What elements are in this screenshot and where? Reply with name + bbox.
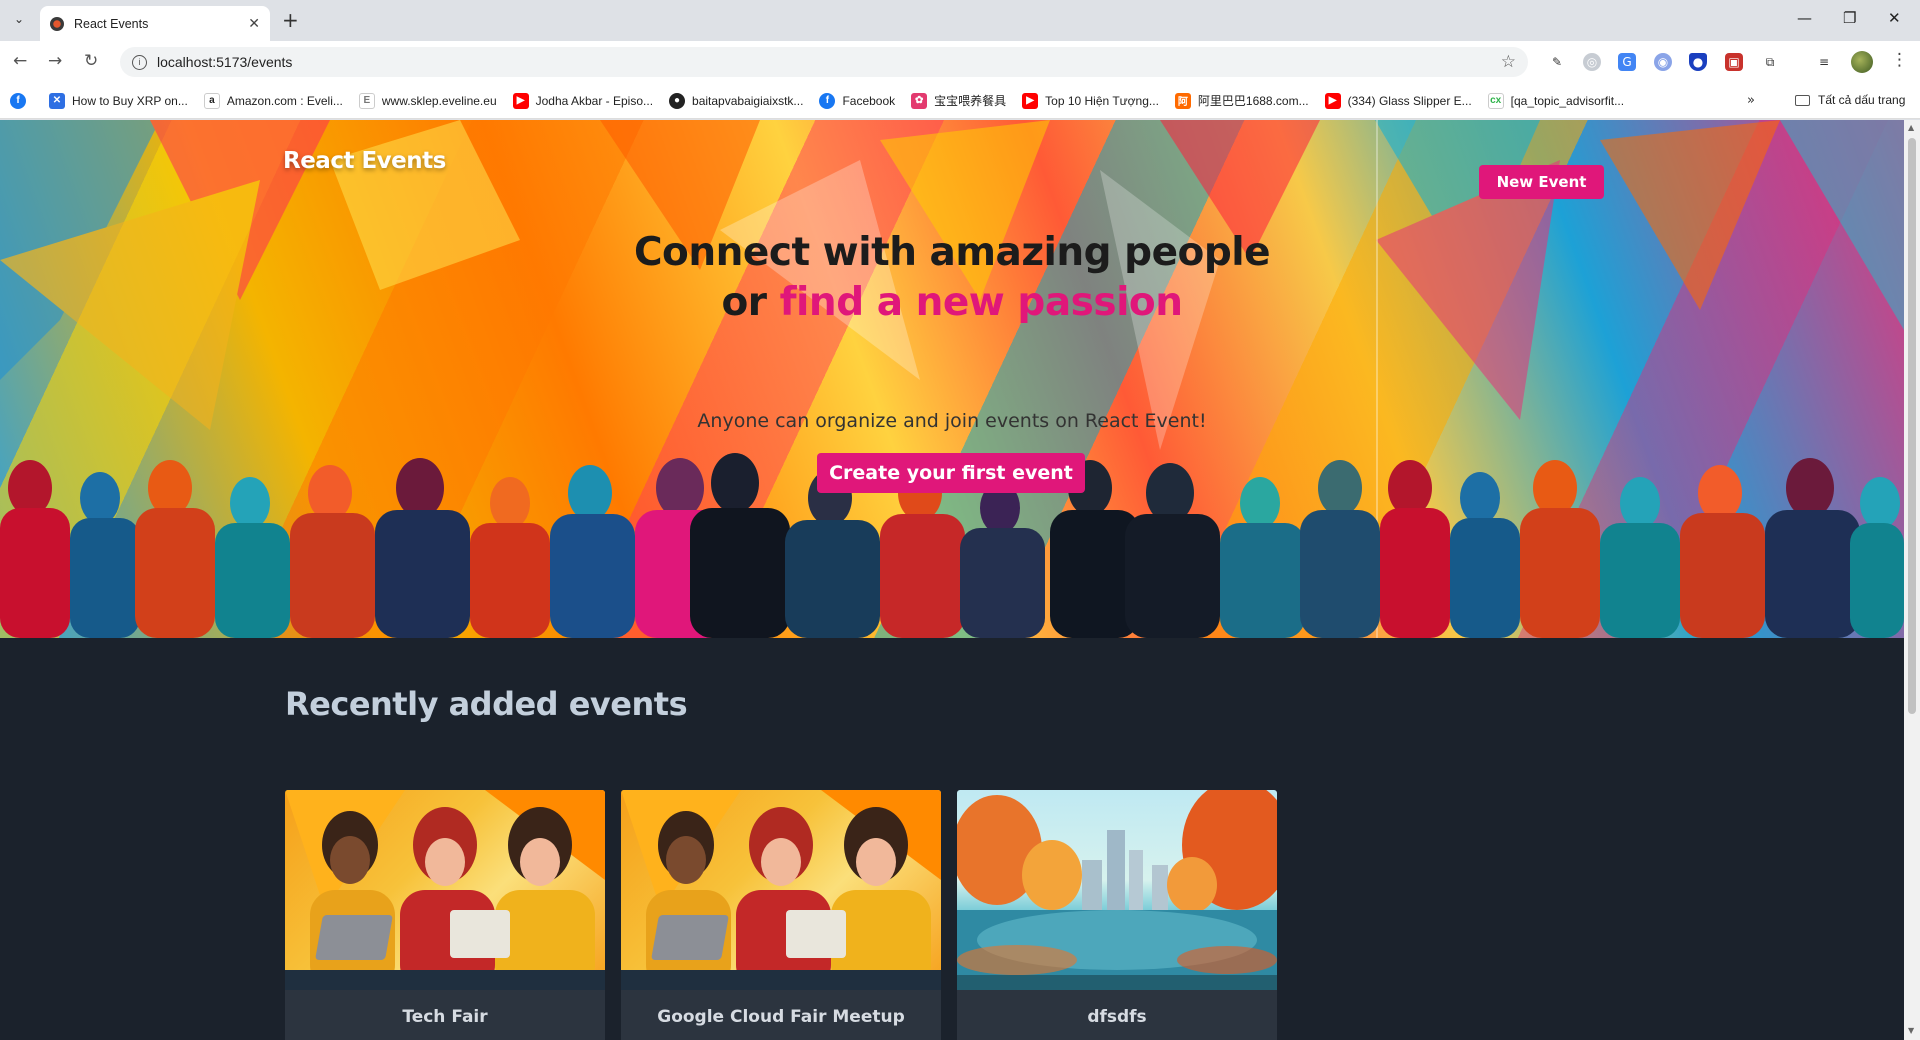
facebook-icon: f	[10, 92, 26, 109]
bookmark-item[interactable]: ▶ (334) Glass Slipper E...	[1324, 92, 1472, 109]
bookmark-item[interactable]: 阿阿里巴巴1688.com...	[1174, 92, 1309, 109]
women-laptops-illustration	[285, 790, 605, 990]
bookmark-item[interactable]: ✕ How to Buy XRP on...	[49, 92, 188, 109]
hero-title: Connect with amazing people or find a ne…	[552, 228, 1352, 328]
event-card-title: Google Cloud Fair Meetup	[657, 1007, 905, 1027]
page-viewport: React Events New Event Connect with amaz…	[0, 120, 1904, 1040]
reload-icon[interactable]: ↻	[84, 51, 98, 71]
facebook-icon: f	[819, 92, 836, 109]
address-bar[interactable]: i localhost:5173/events ☆	[120, 47, 1528, 77]
bookmark-item[interactable]: ▶ Top 10 Hiện Tượng...	[1022, 92, 1159, 109]
hero-subtitle: Anyone can organize and join events on R…	[697, 410, 1207, 432]
xrp-icon: ✕	[49, 92, 65, 109]
browser-toolbar: ← → ↻ i localhost:5173/events ☆ ✎ ◎ G ◉ …	[0, 41, 1920, 83]
hero-title-accent: find a new passion	[779, 280, 1183, 325]
event-card[interactable]: Google Cloud Fair Meetup	[621, 790, 941, 1040]
close-window-icon[interactable]: ✕	[1888, 9, 1901, 27]
puzzle-extensions-icon[interactable]: ⧉	[1761, 53, 1779, 71]
hero-title-or: or	[721, 280, 780, 325]
github-icon: ●	[669, 92, 686, 109]
browser-menu-icon[interactable]: ⋮	[1891, 50, 1908, 70]
scroll-down-arrow-icon[interactable]: ▼	[1908, 1026, 1914, 1035]
translate-extension-icon[interactable]: G	[1618, 53, 1636, 71]
bookmark-item[interactable]: f	[10, 92, 33, 109]
event-card-title: Tech Fair	[402, 1007, 488, 1027]
new-tab-plus-icon[interactable]: +	[282, 8, 299, 32]
tab-search-dropdown-icon[interactable]: ⌄	[8, 8, 30, 30]
create-first-event-button[interactable]: Create your first event	[817, 453, 1085, 493]
new-event-button[interactable]: New Event	[1479, 165, 1604, 199]
hero-banner: React Events New Event Connect with amaz…	[0, 120, 1904, 638]
hero-title-line1: Connect with amazing people	[633, 230, 1271, 275]
tab-close-icon[interactable]: ✕	[248, 16, 260, 32]
browser-tab[interactable]: React Events ✕	[40, 6, 270, 41]
bookmark-item[interactable]: f Facebook	[819, 92, 895, 109]
folder-icon	[1795, 94, 1810, 106]
event-card-image	[957, 790, 1277, 990]
event-card[interactable]: Tech Fair	[285, 790, 605, 1040]
youtube-icon: ▶	[512, 92, 529, 109]
scroll-up-arrow-icon[interactable]: ▲	[1908, 123, 1914, 132]
tab-favicon-icon	[50, 16, 64, 31]
event-card-title: dfsdfs	[1087, 1007, 1147, 1027]
red-extension-icon[interactable]: ▣	[1725, 53, 1743, 71]
event-card-image	[621, 790, 941, 990]
more-bookmarks-chevron-icon[interactable]: »	[1747, 93, 1755, 108]
amazon-icon: a	[203, 92, 220, 109]
restore-icon[interactable]: ❐	[1843, 9, 1856, 27]
bookmarks-bar: f ✕ How to Buy XRP on... a Amazon.com : Ev…	[0, 83, 1920, 119]
bookmark-item[interactable]: Ewww.sklep.eveline.eu	[358, 92, 497, 109]
shop-icon: ✿	[911, 92, 928, 109]
bookmark-item[interactable]: ✿ 宝宝喂养餐具	[911, 92, 1006, 109]
cx-icon: cx	[1487, 92, 1504, 109]
browser-tab-bar: ⌄ React Events ✕ + — ❐ ✕	[0, 0, 1920, 41]
hero-title-line2: or find a new passion	[552, 278, 1352, 328]
back-arrow-icon[interactable]: ←	[13, 51, 27, 71]
eveline-icon: E	[358, 92, 375, 109]
scrollbar-thumb[interactable]	[1908, 138, 1916, 714]
autumn-park-illustration	[957, 790, 1277, 990]
tab-title: React Events	[74, 16, 149, 31]
forward-arrow-icon[interactable]: →	[48, 51, 62, 71]
brand-logo-text[interactable]: React Events	[283, 148, 446, 174]
shield-extension-icon[interactable]: ●	[1689, 53, 1707, 71]
event-card[interactable]: dfsdfs	[957, 790, 1277, 1040]
event-card-image	[285, 790, 605, 990]
youtube-icon: ▶	[1022, 92, 1039, 109]
women-laptops-illustration	[621, 790, 941, 990]
pen-extension-icon[interactable]: ✎	[1548, 53, 1566, 71]
alibaba-icon: 阿	[1174, 92, 1191, 109]
all-bookmarks-button[interactable]: Tất cả dấu trang	[1795, 93, 1905, 107]
site-info-icon[interactable]: i	[132, 54, 147, 70]
bookmark-star-icon[interactable]: ☆	[1501, 52, 1516, 72]
minimize-icon[interactable]: —	[1797, 9, 1812, 27]
lens-extension-icon[interactable]: ◉	[1654, 53, 1672, 71]
page-scrollbar[interactable]: ▲ ▼	[1904, 120, 1920, 1040]
bookmark-item[interactable]: a Amazon.com : Eveli...	[203, 92, 343, 109]
profile-avatar[interactable]	[1851, 51, 1873, 73]
media-controls-icon[interactable]: ≡	[1815, 53, 1833, 71]
bookmark-item[interactable]: ▶ Jodha Akbar - Episo...	[512, 92, 653, 109]
bookmark-item[interactable]: ● baitapvabaigiaixstk...	[669, 92, 803, 109]
recent-events-heading: Recently added events	[285, 685, 688, 723]
youtube-icon: ▶	[1324, 92, 1341, 109]
url-text: localhost:5173/events	[157, 54, 293, 70]
compass-extension-icon[interactable]: ◎	[1583, 53, 1601, 71]
bookmark-item[interactable]: cx [qa_topic_advisorfit...	[1487, 92, 1624, 109]
